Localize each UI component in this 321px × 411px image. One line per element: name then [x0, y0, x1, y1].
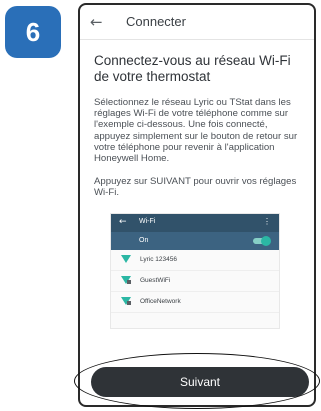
network-name: GuestWiFi [140, 277, 171, 284]
wifi-locked-icon [121, 276, 131, 284]
more-vertical-icon: ⋮ [263, 217, 271, 226]
wifi-toggle [253, 236, 271, 246]
arrow-left-icon: ← [119, 217, 127, 227]
network-name: OfficeNetwork [140, 298, 181, 305]
step-number-badge: 6 [5, 6, 61, 58]
wifi-settings-example: ← Wi-Fi ⋮ On Lyric 123456 GuestWiFi Offi… [110, 213, 280, 329]
instruction-text: Sélectionnez le réseau Lyric ou TStat da… [94, 97, 298, 165]
page-title: Connecter [126, 14, 186, 29]
open-wifi-hint: Appuyez sur SUIVANT pour ouvrir vos régl… [94, 176, 297, 199]
instruction-heading: Connectez-vous au réseau Wi-Fi de votre … [94, 53, 291, 84]
phone-screen: ← Connecter Connectez-vous au réseau Wi-… [78, 3, 316, 407]
next-button[interactable]: Suivant [91, 367, 309, 397]
list-item: GuestWiFi [111, 271, 279, 292]
network-name: Lyric 123456 [140, 256, 177, 263]
main-content: Connectez-vous au réseau Wi-Fi de votre … [94, 53, 304, 211]
app-bar: ← Connecter [80, 5, 314, 40]
arrow-left-icon[interactable]: ← [90, 13, 103, 31]
list-item: OfficeNetwork [111, 292, 279, 313]
wifi-locked-icon [121, 297, 131, 305]
list-item: Lyric 123456 [111, 250, 279, 271]
wifi-on-row: On [111, 232, 279, 250]
wifi-example-header: ← Wi-Fi ⋮ [111, 214, 279, 232]
wifi-open-icon [121, 255, 131, 263]
wifi-on-label: On [139, 237, 149, 244]
wifi-example-title: Wi-Fi [139, 218, 156, 225]
